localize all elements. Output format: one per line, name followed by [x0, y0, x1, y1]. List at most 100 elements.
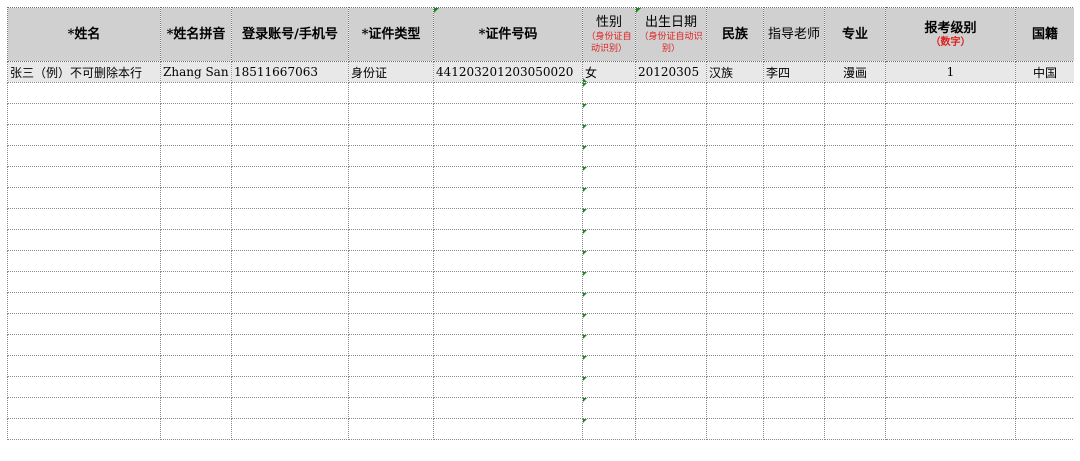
cell-level[interactable]: [885, 334, 1016, 356]
cell-major[interactable]: [824, 313, 886, 335]
cell-birthdate[interactable]: [635, 208, 707, 230]
header-teacher[interactable]: 指导老师: [763, 7, 825, 62]
cell-level[interactable]: [885, 229, 1016, 251]
cell-teacher[interactable]: [763, 355, 825, 377]
header-pinyin[interactable]: *姓名拼音: [160, 7, 232, 62]
cell-pinyin[interactable]: [160, 187, 232, 209]
cell-teacher[interactable]: [763, 313, 825, 335]
cell-id-number[interactable]: [433, 355, 583, 377]
cell-birthdate[interactable]: 20120305: [635, 61, 707, 83]
cell-id-type[interactable]: [348, 103, 434, 125]
cell-id-type[interactable]: [348, 334, 434, 356]
cell-id-type[interactable]: [348, 397, 434, 419]
cell-gender[interactable]: [582, 355, 636, 377]
cell-teacher[interactable]: [763, 292, 825, 314]
cell-pinyin[interactable]: [160, 397, 232, 419]
cell-gender[interactable]: [582, 376, 636, 398]
cell-birthdate[interactable]: [635, 166, 707, 188]
header-id-type[interactable]: *证件类型: [348, 7, 434, 62]
cell-major[interactable]: [824, 82, 886, 104]
cell-id-number[interactable]: [433, 187, 583, 209]
cell-birthdate[interactable]: [635, 355, 707, 377]
cell-ethnicity[interactable]: [706, 355, 764, 377]
cell-name[interactable]: [7, 187, 161, 209]
cell-major[interactable]: 漫画: [824, 61, 886, 83]
cell-pinyin[interactable]: [160, 271, 232, 293]
cell-id-number[interactable]: [433, 166, 583, 188]
cell-teacher[interactable]: [763, 229, 825, 251]
cell-pinyin[interactable]: [160, 313, 232, 335]
cell-birthdate[interactable]: [635, 187, 707, 209]
cell-pinyin[interactable]: [160, 334, 232, 356]
cell-level[interactable]: [885, 166, 1016, 188]
cell-id-number[interactable]: [433, 82, 583, 104]
cell-ethnicity[interactable]: [706, 103, 764, 125]
cell-ethnicity[interactable]: [706, 82, 764, 104]
cell-major[interactable]: [824, 145, 886, 167]
cell-id-number[interactable]: [433, 418, 583, 440]
cell-id-type[interactable]: [348, 229, 434, 251]
cell-ethnicity[interactable]: [706, 229, 764, 251]
cell-birthdate[interactable]: [635, 271, 707, 293]
cell-nationality[interactable]: [1015, 229, 1074, 251]
cell-gender[interactable]: [582, 145, 636, 167]
cell-ethnicity[interactable]: [706, 145, 764, 167]
cell-id-type[interactable]: [348, 250, 434, 272]
cell-id-type[interactable]: [348, 271, 434, 293]
cell-gender[interactable]: [582, 208, 636, 230]
cell-account[interactable]: [231, 376, 349, 398]
cell-ethnicity[interactable]: 汉族: [706, 61, 764, 83]
cell-level[interactable]: [885, 124, 1016, 146]
cell-account[interactable]: [231, 82, 349, 104]
cell-id-type[interactable]: 身份证: [348, 61, 434, 83]
cell-teacher[interactable]: [763, 208, 825, 230]
cell-nationality[interactable]: [1015, 250, 1074, 272]
cell-name[interactable]: [7, 250, 161, 272]
cell-account[interactable]: [231, 145, 349, 167]
cell-id-type[interactable]: [348, 145, 434, 167]
cell-pinyin[interactable]: [160, 208, 232, 230]
cell-teacher[interactable]: [763, 334, 825, 356]
cell-birthdate[interactable]: [635, 292, 707, 314]
cell-birthdate[interactable]: [635, 397, 707, 419]
cell-id-type[interactable]: [348, 376, 434, 398]
cell-gender[interactable]: [582, 313, 636, 335]
cell-ethnicity[interactable]: [706, 187, 764, 209]
header-gender[interactable]: 性别 （身份证自动识别）: [582, 7, 636, 62]
cell-id-type[interactable]: [348, 418, 434, 440]
cell-name[interactable]: [7, 397, 161, 419]
cell-level[interactable]: [885, 355, 1016, 377]
cell-id-number[interactable]: [433, 313, 583, 335]
cell-name[interactable]: [7, 208, 161, 230]
cell-nationality[interactable]: [1015, 292, 1074, 314]
cell-id-type[interactable]: [348, 355, 434, 377]
cell-nationality[interactable]: [1015, 82, 1074, 104]
cell-major[interactable]: [824, 418, 886, 440]
cell-pinyin[interactable]: [160, 229, 232, 251]
cell-account[interactable]: [231, 334, 349, 356]
cell-pinyin[interactable]: [160, 292, 232, 314]
cell-id-type[interactable]: [348, 124, 434, 146]
cell-gender[interactable]: [582, 82, 636, 104]
cell-name[interactable]: [7, 376, 161, 398]
cell-gender[interactable]: [582, 334, 636, 356]
cell-birthdate[interactable]: [635, 229, 707, 251]
cell-teacher[interactable]: [763, 145, 825, 167]
cell-account[interactable]: [231, 103, 349, 125]
cell-account[interactable]: 18511667063: [231, 61, 349, 83]
cell-gender[interactable]: [582, 187, 636, 209]
cell-ethnicity[interactable]: [706, 292, 764, 314]
cell-level[interactable]: [885, 103, 1016, 125]
header-ethnicity[interactable]: 民族: [706, 7, 764, 62]
cell-id-number[interactable]: [433, 271, 583, 293]
cell-ethnicity[interactable]: [706, 376, 764, 398]
cell-account[interactable]: [231, 313, 349, 335]
cell-birthdate[interactable]: [635, 376, 707, 398]
cell-major[interactable]: [824, 397, 886, 419]
cell-id-number[interactable]: 441203201203050020: [433, 61, 583, 83]
cell-level[interactable]: [885, 145, 1016, 167]
header-birthdate[interactable]: 出生日期 （身份证自动识别）: [635, 7, 707, 62]
cell-teacher[interactable]: 李四: [763, 61, 825, 83]
cell-name[interactable]: [7, 166, 161, 188]
cell-id-type[interactable]: [348, 292, 434, 314]
